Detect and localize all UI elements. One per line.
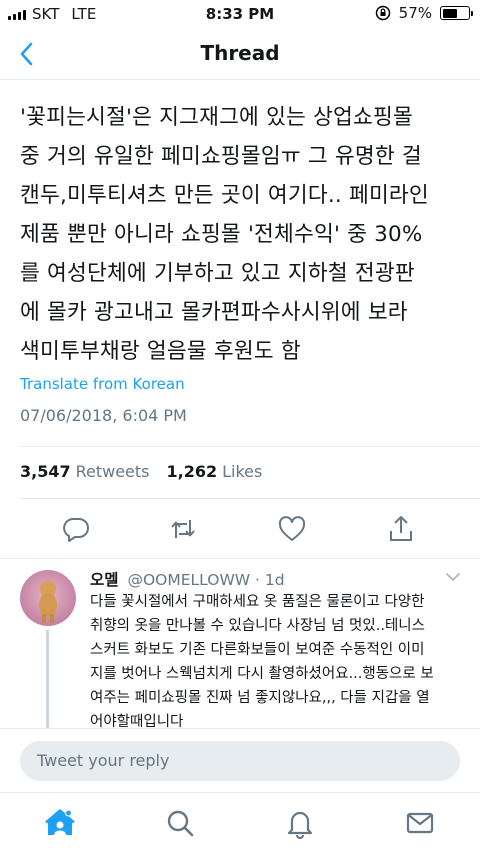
retweet-icon[interactable]	[168, 514, 198, 544]
chevron-down-icon[interactable]	[444, 570, 462, 584]
avatar-figure-icon	[39, 580, 57, 623]
status-bar: SKT LTE 8:33 PM 57%	[0, 0, 480, 28]
reply-author-handle[interactable]: @OOMELLOWW · 1d	[127, 571, 284, 589]
reply-line: 취향의 옷을 만나볼 수 있습니다 사장님 넘 멋있..테니스	[90, 618, 425, 634]
reply-composer: Tweet your reply	[0, 728, 480, 792]
notifications-icon[interactable]	[284, 807, 316, 840]
reply-line: 지를 벗어나 스웩넘치게 다시 촬영하셨어요...행동으로 보	[90, 666, 434, 682]
tweet-stats: 3,547 Retweets 1,262 Likes	[20, 462, 262, 481]
reply-line: 스커트 화보도 기존 다른화보들이 보여준 수동적인 이미	[90, 642, 425, 658]
reply-text: 다들 꽃시절에서 구매하세요 옷 품질은 물론이고 다양한 취향의 옷을 만나볼…	[90, 590, 470, 734]
tweet-line: 중 거의 유일한 페미쇼핑몰임ㅠ 그 유명한 걸	[20, 144, 422, 169]
divider	[20, 498, 480, 499]
reply-input[interactable]: Tweet your reply	[20, 741, 460, 781]
battery-icon	[440, 6, 473, 20]
likes-label[interactable]: Likes	[222, 462, 262, 481]
battery-level	[442, 8, 457, 18]
retweets-label[interactable]: Retweets	[76, 462, 150, 481]
search-icon[interactable]	[164, 807, 196, 839]
reply-line: 다들 꽃시절에서 구매하세요 옷 품질은 물론이고 다양한	[90, 594, 425, 610]
tweet-text: '꽃피는시절'은 지그재그에 있는 상업쇼핑몰 중 거의 유일한 페미쇼핑몰임ㅠ…	[20, 98, 465, 371]
retweets-count[interactable]: 3,547	[20, 462, 71, 481]
share-icon[interactable]	[386, 514, 416, 544]
messages-icon[interactable]	[404, 807, 436, 839]
tweet-line: 에 몰카 광고내고 몰카편파수사시위에 보라	[20, 300, 408, 325]
home-icon[interactable]	[44, 807, 76, 839]
tweet-timestamp: 07/06/2018, 6:04 PM	[20, 406, 187, 425]
reply-header: 오멜 @OOMELLOWW · 1d	[90, 568, 285, 590]
status-right: 57%	[375, 4, 473, 22]
battery-percent: 57%	[398, 4, 432, 22]
page-title: Thread	[200, 41, 280, 65]
tweet-line: 캔두,미투티셔츠 만든 곳이 여기다.. 페미라인	[20, 183, 429, 208]
heart-icon[interactable]	[277, 514, 307, 544]
reply-icon[interactable]	[61, 514, 91, 544]
translate-link[interactable]: Translate from Korean	[20, 375, 185, 393]
tweet-line: '꽃피는시절'은 지그재그에 있는 상업쇼핑몰	[20, 105, 413, 130]
avatar[interactable]	[20, 570, 76, 626]
reply-line: 여주는 페미쇼핑몰 진짜 넘 좋지않나요,,, 다들 지갑을 열	[90, 690, 430, 706]
reply-author-name[interactable]: 오멜	[90, 571, 119, 589]
orientation-lock-icon	[375, 5, 390, 21]
divider	[20, 446, 480, 447]
thread-line	[46, 630, 49, 730]
likes-count[interactable]: 1,262	[167, 462, 218, 481]
divider	[0, 558, 480, 559]
tweet-line: 제품 뿐만 아니라 쇼핑몰 '전체수익' 중 30%	[20, 222, 423, 247]
tweet-actions	[0, 514, 480, 544]
nav-bar: Thread	[0, 28, 480, 80]
tweet-line: 색미투부채랑 얼음물 후원도 함	[20, 339, 301, 364]
tweet-line: 를 여성단체에 기부하고 있고 지하철 전광판	[20, 261, 415, 286]
tab-bar	[0, 792, 480, 854]
